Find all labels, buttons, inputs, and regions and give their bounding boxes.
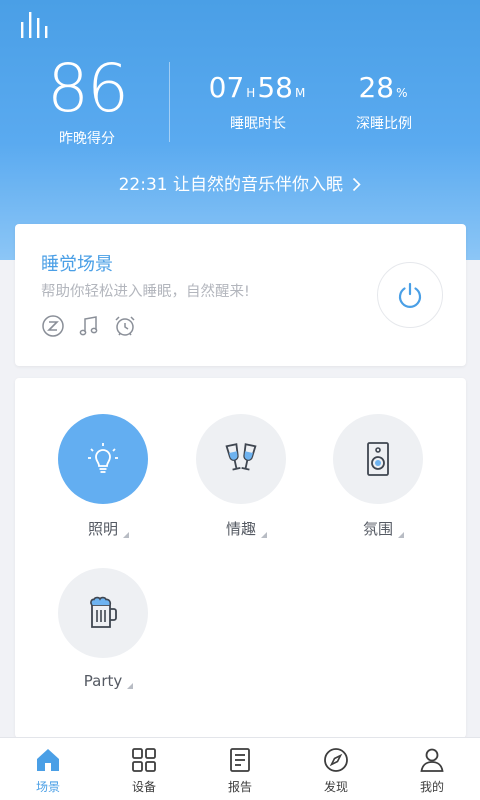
mode-romance-label: 情趣 xyxy=(225,518,267,539)
sleep-prompt: 让自然的音乐伴你入眠 xyxy=(173,175,343,195)
mode-party-label: Party xyxy=(83,672,134,690)
sleep-score[interactable]: 86 昨晚得分 xyxy=(40,56,134,148)
compass-icon xyxy=(324,748,348,772)
alarm-clock-icon xyxy=(113,314,137,338)
corner-triangle-icon xyxy=(261,532,267,538)
mode-lighting-text: 照明 xyxy=(87,520,118,538)
scene-description: 帮助你轻松进入睡眠，自然醒来! xyxy=(41,284,250,300)
scene-title: 睡觉场景 xyxy=(41,254,113,275)
scene-icons xyxy=(41,314,137,338)
tab-scene-label: 场景 xyxy=(35,780,60,794)
mode-lighting-circle xyxy=(58,414,148,504)
corner-triangle-icon xyxy=(123,532,129,538)
tab-discover[interactable]: 发现 xyxy=(288,738,384,800)
deep-sleep-ratio[interactable]: 28% 深睡比例 xyxy=(352,72,416,133)
tab-discover-label: 发现 xyxy=(323,780,348,794)
scene-power-button[interactable] xyxy=(377,262,443,328)
beer-mug-icon xyxy=(90,596,117,628)
duration-minutes: 58 xyxy=(257,71,293,104)
deep-label: 深睡比例 xyxy=(356,116,412,132)
deep-unit: % xyxy=(396,86,408,100)
sleep-duration[interactable]: 07 H58 M 睡眠时长 xyxy=(206,72,310,133)
tab-scene[interactable]: 场景 xyxy=(0,738,96,800)
duration-value: 07 H58 M xyxy=(206,72,310,109)
bottom-tab-bar: 场景 设备 报告 发现 我的 xyxy=(0,737,480,800)
tab-report-label: 报告 xyxy=(227,780,252,794)
tab-mine-label: 我的 xyxy=(419,780,444,794)
zzz-icon xyxy=(41,314,65,338)
power-icon xyxy=(398,282,422,308)
grid-icon xyxy=(132,748,156,772)
sleep-scene-card[interactable]: 睡觉场景 帮助你轻松进入睡眠，自然醒来! xyxy=(15,224,466,366)
wine-glasses-icon xyxy=(225,443,257,471)
mode-party-circle xyxy=(58,568,148,658)
header-divider xyxy=(169,62,170,142)
scene-modes-card: 照明 情趣 氛围 Party xyxy=(15,378,466,738)
duration-label: 睡眠时长 xyxy=(230,116,286,132)
sleep-time: 22:31 xyxy=(118,175,168,195)
mode-romance-text: 情趣 xyxy=(225,520,256,538)
chevron-right-icon xyxy=(353,177,362,192)
mode-lighting[interactable]: 照明 xyxy=(43,414,163,539)
mode-ambience-text: 氛围 xyxy=(362,520,393,538)
duration-hours: 07 xyxy=(208,71,245,104)
tab-report[interactable]: 报告 xyxy=(192,738,288,800)
mode-ambience-circle xyxy=(333,414,423,504)
sleep-summary-header: 86 昨晚得分 07 H58 M 睡眠时长 28% 深睡比例 22:31 让自然的音… xyxy=(0,0,480,260)
mode-ambience[interactable]: 氛围 xyxy=(318,414,438,539)
sleep-bars-icon[interactable] xyxy=(20,12,50,38)
tab-devices-label: 设备 xyxy=(131,780,156,794)
mode-romance-circle xyxy=(196,414,286,504)
user-icon xyxy=(420,748,444,772)
mode-lighting-label: 照明 xyxy=(87,518,129,539)
duration-hours-unit: H xyxy=(246,86,256,100)
home-icon xyxy=(37,749,59,771)
tab-mine[interactable]: 我的 xyxy=(384,738,480,800)
corner-triangle-icon xyxy=(398,532,404,538)
lightbulb-icon xyxy=(88,443,118,473)
music-note-icon xyxy=(77,314,101,338)
mode-party[interactable]: Party xyxy=(43,568,163,690)
speaker-icon xyxy=(367,442,389,476)
report-icon xyxy=(230,748,250,772)
score-value: 86 xyxy=(47,50,129,127)
corner-triangle-icon xyxy=(127,683,134,689)
mode-party-text: Party xyxy=(83,672,123,690)
sleep-music-link[interactable]: 22:31 让自然的音乐伴你入眠 xyxy=(0,170,480,195)
score-label: 昨晚得分 xyxy=(59,131,115,147)
deep-value: 28% xyxy=(352,72,416,109)
mode-romance[interactable]: 情趣 xyxy=(181,414,301,539)
tab-devices[interactable]: 设备 xyxy=(96,738,192,800)
deep-number: 28 xyxy=(358,71,395,104)
mode-ambience-label: 氛围 xyxy=(362,518,404,539)
duration-minutes-unit: M xyxy=(294,86,306,100)
